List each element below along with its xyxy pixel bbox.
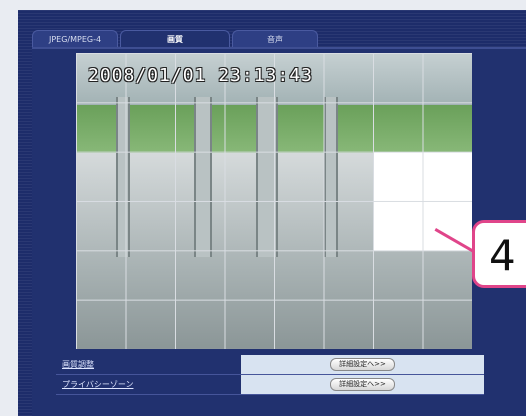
image-adjust-label[interactable]: 画質調整 (56, 355, 241, 375)
camera-timestamp: 2008/01/01 23:13:43 (88, 65, 313, 86)
privacy-zone-label[interactable]: プライバシーゾーン (56, 375, 241, 395)
settings-table: 画質調整 詳細設定へ>> プライバシーゾーン 詳細設定へ>> (56, 355, 484, 395)
camera-preview[interactable]: 2008/01/01 23:13:43 (76, 53, 472, 349)
privacy-zone-cell: 詳細設定へ>> (241, 374, 484, 395)
privacy-zone-grid[interactable] (76, 53, 472, 349)
image-adjust-detail-button[interactable]: 詳細設定へ>> (330, 358, 395, 371)
image-adjust-cell: 詳細設定へ>> (241, 355, 484, 375)
settings-row: 画質調整 詳細設定へ>> (56, 355, 484, 375)
tab-bar: JPEG/MPEG-4 画質 音声 (32, 30, 412, 49)
callout-number: 4 (472, 220, 526, 288)
settings-row: プライバシーゾーン 詳細設定へ>> (56, 374, 484, 395)
privacy-zone-detail-button[interactable]: 詳細設定へ>> (330, 378, 395, 391)
